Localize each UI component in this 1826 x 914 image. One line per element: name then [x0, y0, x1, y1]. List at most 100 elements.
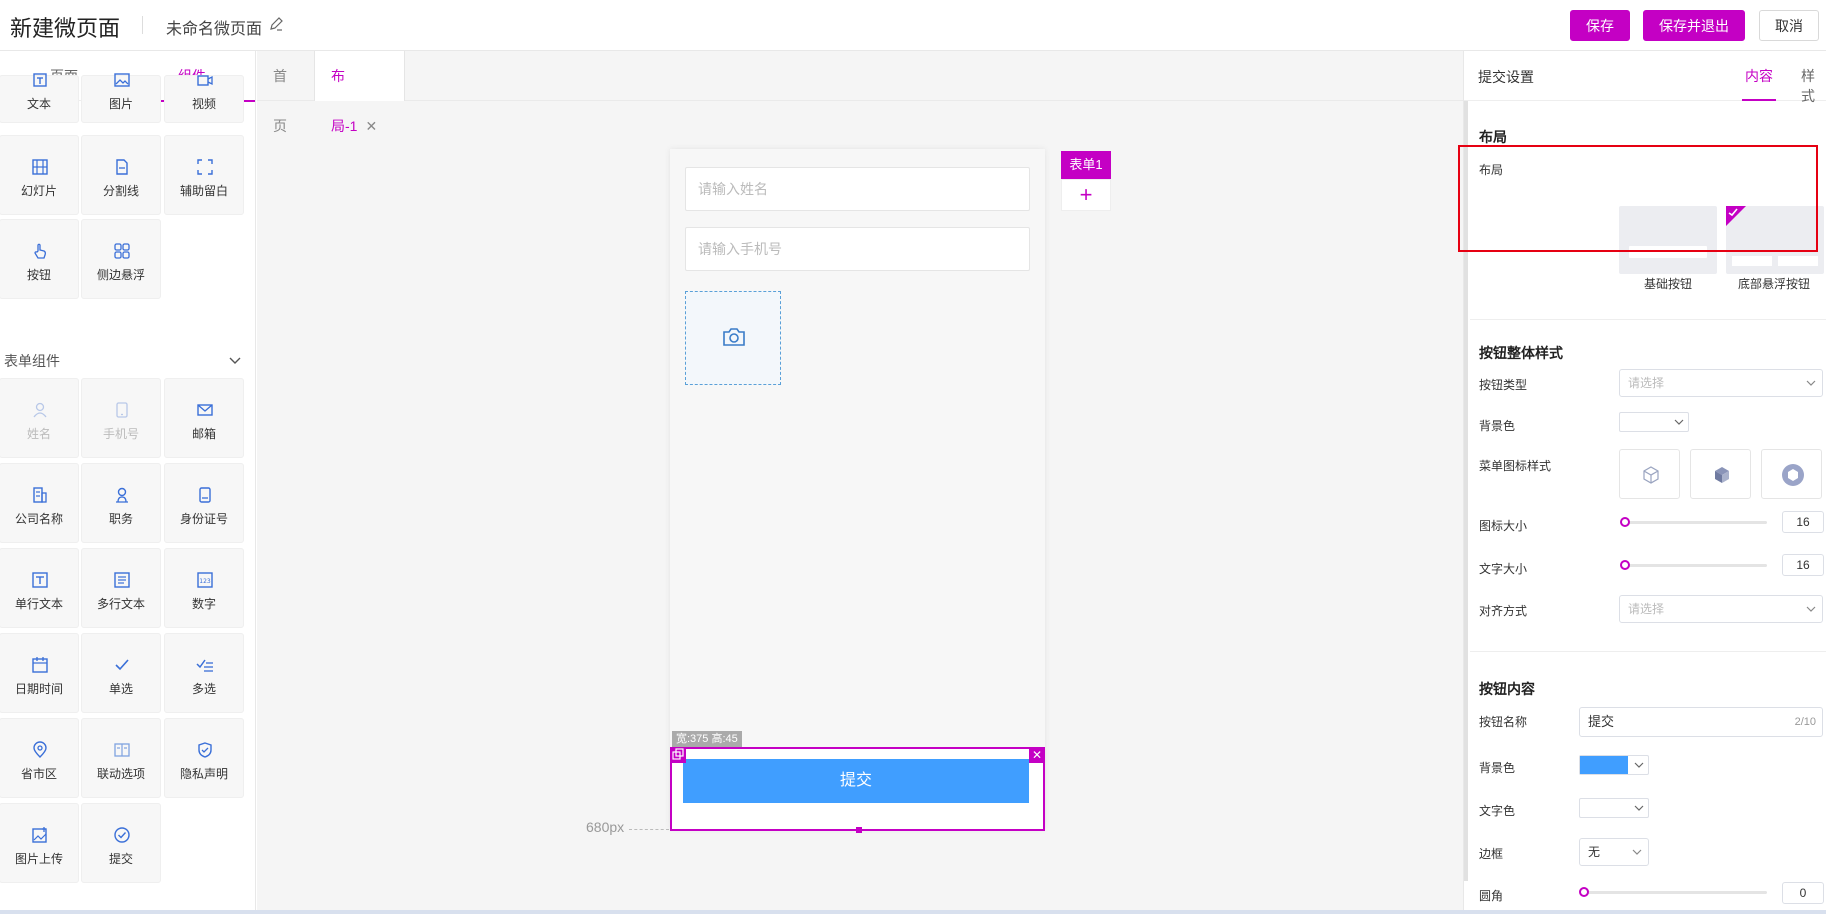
icon-size-input[interactable]: 16 — [1782, 511, 1824, 533]
image-icon — [114, 73, 130, 87]
svg-text:123: 123 — [199, 578, 211, 585]
component-label: 幻灯片 — [20, 184, 57, 198]
component-label: 数字 — [191, 597, 216, 611]
component-label: 日期时间 — [14, 682, 63, 696]
page-name[interactable]: 未命名微页面 — [166, 15, 262, 39]
chevron-down-icon[interactable] — [228, 353, 242, 367]
radius-slider[interactable] — [1584, 891, 1767, 894]
radius-label: 圆角 — [1479, 889, 1504, 903]
component-multi-choice[interactable]: 多选 — [164, 633, 244, 713]
cancel-button[interactable]: 取消 — [1759, 10, 1819, 41]
text-size-slider[interactable] — [1624, 564, 1767, 567]
mail-icon — [197, 404, 213, 416]
name-input[interactable]: 请输入姓名 — [685, 167, 1030, 211]
component-single-choice[interactable]: 单选 — [81, 633, 161, 713]
component-label: 隐私声明 — [179, 767, 228, 781]
component-region[interactable]: 省市区 — [0, 718, 79, 798]
tab-style[interactable]: 样式 — [1801, 66, 1826, 106]
content-bg-label: 背景色 — [1479, 761, 1516, 775]
camera-icon — [723, 328, 745, 346]
tab-content[interactable]: 内容 — [1742, 66, 1776, 101]
remove-icon[interactable]: ✕ — [1029, 747, 1045, 763]
component-label: 视频 — [191, 97, 216, 111]
menu-icon-style-label: 菜单图标样式 — [1479, 459, 1552, 473]
icon-style-circle[interactable] — [1761, 449, 1822, 499]
component-id-card[interactable]: 身份证号 — [164, 463, 244, 543]
section-divider — [1470, 319, 1826, 320]
component-slides[interactable]: 幻灯片 — [0, 135, 79, 215]
chevron-down-icon — [1806, 380, 1816, 386]
selected-submit-block[interactable]: 提交 ✕ — [670, 747, 1045, 833]
button-name-label: 按钮名称 — [1479, 715, 1528, 729]
component-company[interactable]: 公司名称 — [0, 463, 79, 543]
image-upload-box[interactable] — [685, 291, 781, 385]
text-size-input[interactable]: 16 — [1782, 554, 1824, 576]
component-multi-text[interactable]: 多行文本 — [81, 548, 161, 628]
component-image-upload[interactable]: 图片上传 — [0, 803, 79, 883]
component-phone[interactable]: 手机号 — [81, 378, 161, 458]
component-submit[interactable]: 提交 — [81, 803, 161, 883]
text-size-slider-handle[interactable] — [1620, 560, 1630, 570]
component-single-text[interactable]: 单行文本 — [0, 548, 79, 628]
save-exit-button[interactable]: 保存并退出 — [1643, 10, 1745, 41]
component-label: 联动选项 — [96, 767, 145, 781]
phone-input[interactable]: 请输入手机号 — [685, 227, 1030, 271]
bg-color-picker[interactable] — [1619, 412, 1689, 432]
component-text[interactable]: 文本 — [0, 73, 79, 123]
cube-circle-icon — [1782, 464, 1804, 486]
button-name-input[interactable]: 提交 2/10 — [1579, 707, 1823, 737]
component-privacy[interactable]: 隐私声明 — [164, 718, 244, 798]
tab-home[interactable]: 首页 — [257, 51, 315, 134]
icon-style-filled[interactable] — [1690, 449, 1751, 499]
component-image[interactable]: 图片 — [81, 73, 161, 123]
save-button[interactable]: 保存 — [1570, 10, 1630, 41]
component-divider[interactable]: 分割线 — [81, 135, 161, 215]
component-datetime[interactable]: 日期时间 — [0, 633, 79, 713]
settings-header: 提交设置 内容 样式 — [1464, 51, 1826, 104]
text-color-picker[interactable] — [1579, 798, 1649, 818]
component-name[interactable]: 姓名 — [0, 378, 79, 458]
copy-icon[interactable] — [670, 747, 686, 763]
icon-size-slider[interactable] — [1624, 521, 1767, 524]
button-type-select[interactable]: 请选择 — [1619, 369, 1823, 397]
button-name-value: 提交 — [1588, 714, 1615, 729]
building-icon — [33, 487, 47, 503]
form-tag[interactable]: 表单1 — [1061, 151, 1111, 179]
border-select[interactable]: 无 — [1579, 838, 1649, 866]
layout-preview-bar — [1778, 256, 1818, 266]
close-icon[interactable]: ✕ — [365, 118, 377, 134]
component-label: 职务 — [108, 512, 133, 526]
chevron-down-icon — [1634, 805, 1644, 811]
align-select[interactable]: 请选择 — [1619, 595, 1823, 623]
component-label: 侧边悬浮 — [96, 268, 145, 282]
component-number[interactable]: 123 数字 — [164, 548, 244, 628]
edit-pencil-icon[interactable] — [268, 16, 284, 32]
component-video[interactable]: 视频 — [164, 75, 244, 123]
resize-handle[interactable] — [856, 827, 862, 833]
component-button[interactable]: 按钮 — [0, 219, 79, 299]
radius-input[interactable]: 0 — [1782, 882, 1824, 904]
single-text-icon — [32, 572, 48, 588]
component-side-float[interactable]: 侧边悬浮 — [81, 219, 161, 299]
slides-icon — [32, 159, 48, 175]
content-bg-color-picker[interactable] — [1579, 755, 1649, 775]
size-label: 宽:375 高:45 — [672, 731, 742, 747]
id-card-icon — [199, 487, 211, 503]
icon-style-outline[interactable] — [1619, 449, 1680, 499]
location-icon — [33, 741, 47, 758]
linked-options-icon — [114, 743, 130, 757]
component-email[interactable]: 邮箱 — [164, 378, 244, 458]
component-linked-options[interactable]: 联动选项 — [81, 718, 161, 798]
layout-preview-bar — [1732, 256, 1772, 266]
multi-check-icon — [196, 659, 213, 672]
submit-button[interactable]: 提交 — [683, 759, 1029, 803]
add-form-button[interactable]: + — [1061, 179, 1111, 211]
bg-color-label: 背景色 — [1479, 419, 1516, 433]
component-whitespace[interactable]: 辅助留白 — [164, 135, 244, 215]
icon-size-slider-handle[interactable] — [1620, 517, 1630, 527]
component-position[interactable]: 职务 — [81, 463, 161, 543]
radius-slider-handle[interactable] — [1579, 887, 1589, 897]
canvas-area: 首页 布局-1 ✕ 请输入姓名 请输入手机号 表单1 + 宽:375 高:45 提… — [257, 51, 1463, 914]
phone-icon — [116, 402, 128, 418]
tab-layout-1[interactable]: 布局-1 ✕ — [315, 51, 405, 134]
